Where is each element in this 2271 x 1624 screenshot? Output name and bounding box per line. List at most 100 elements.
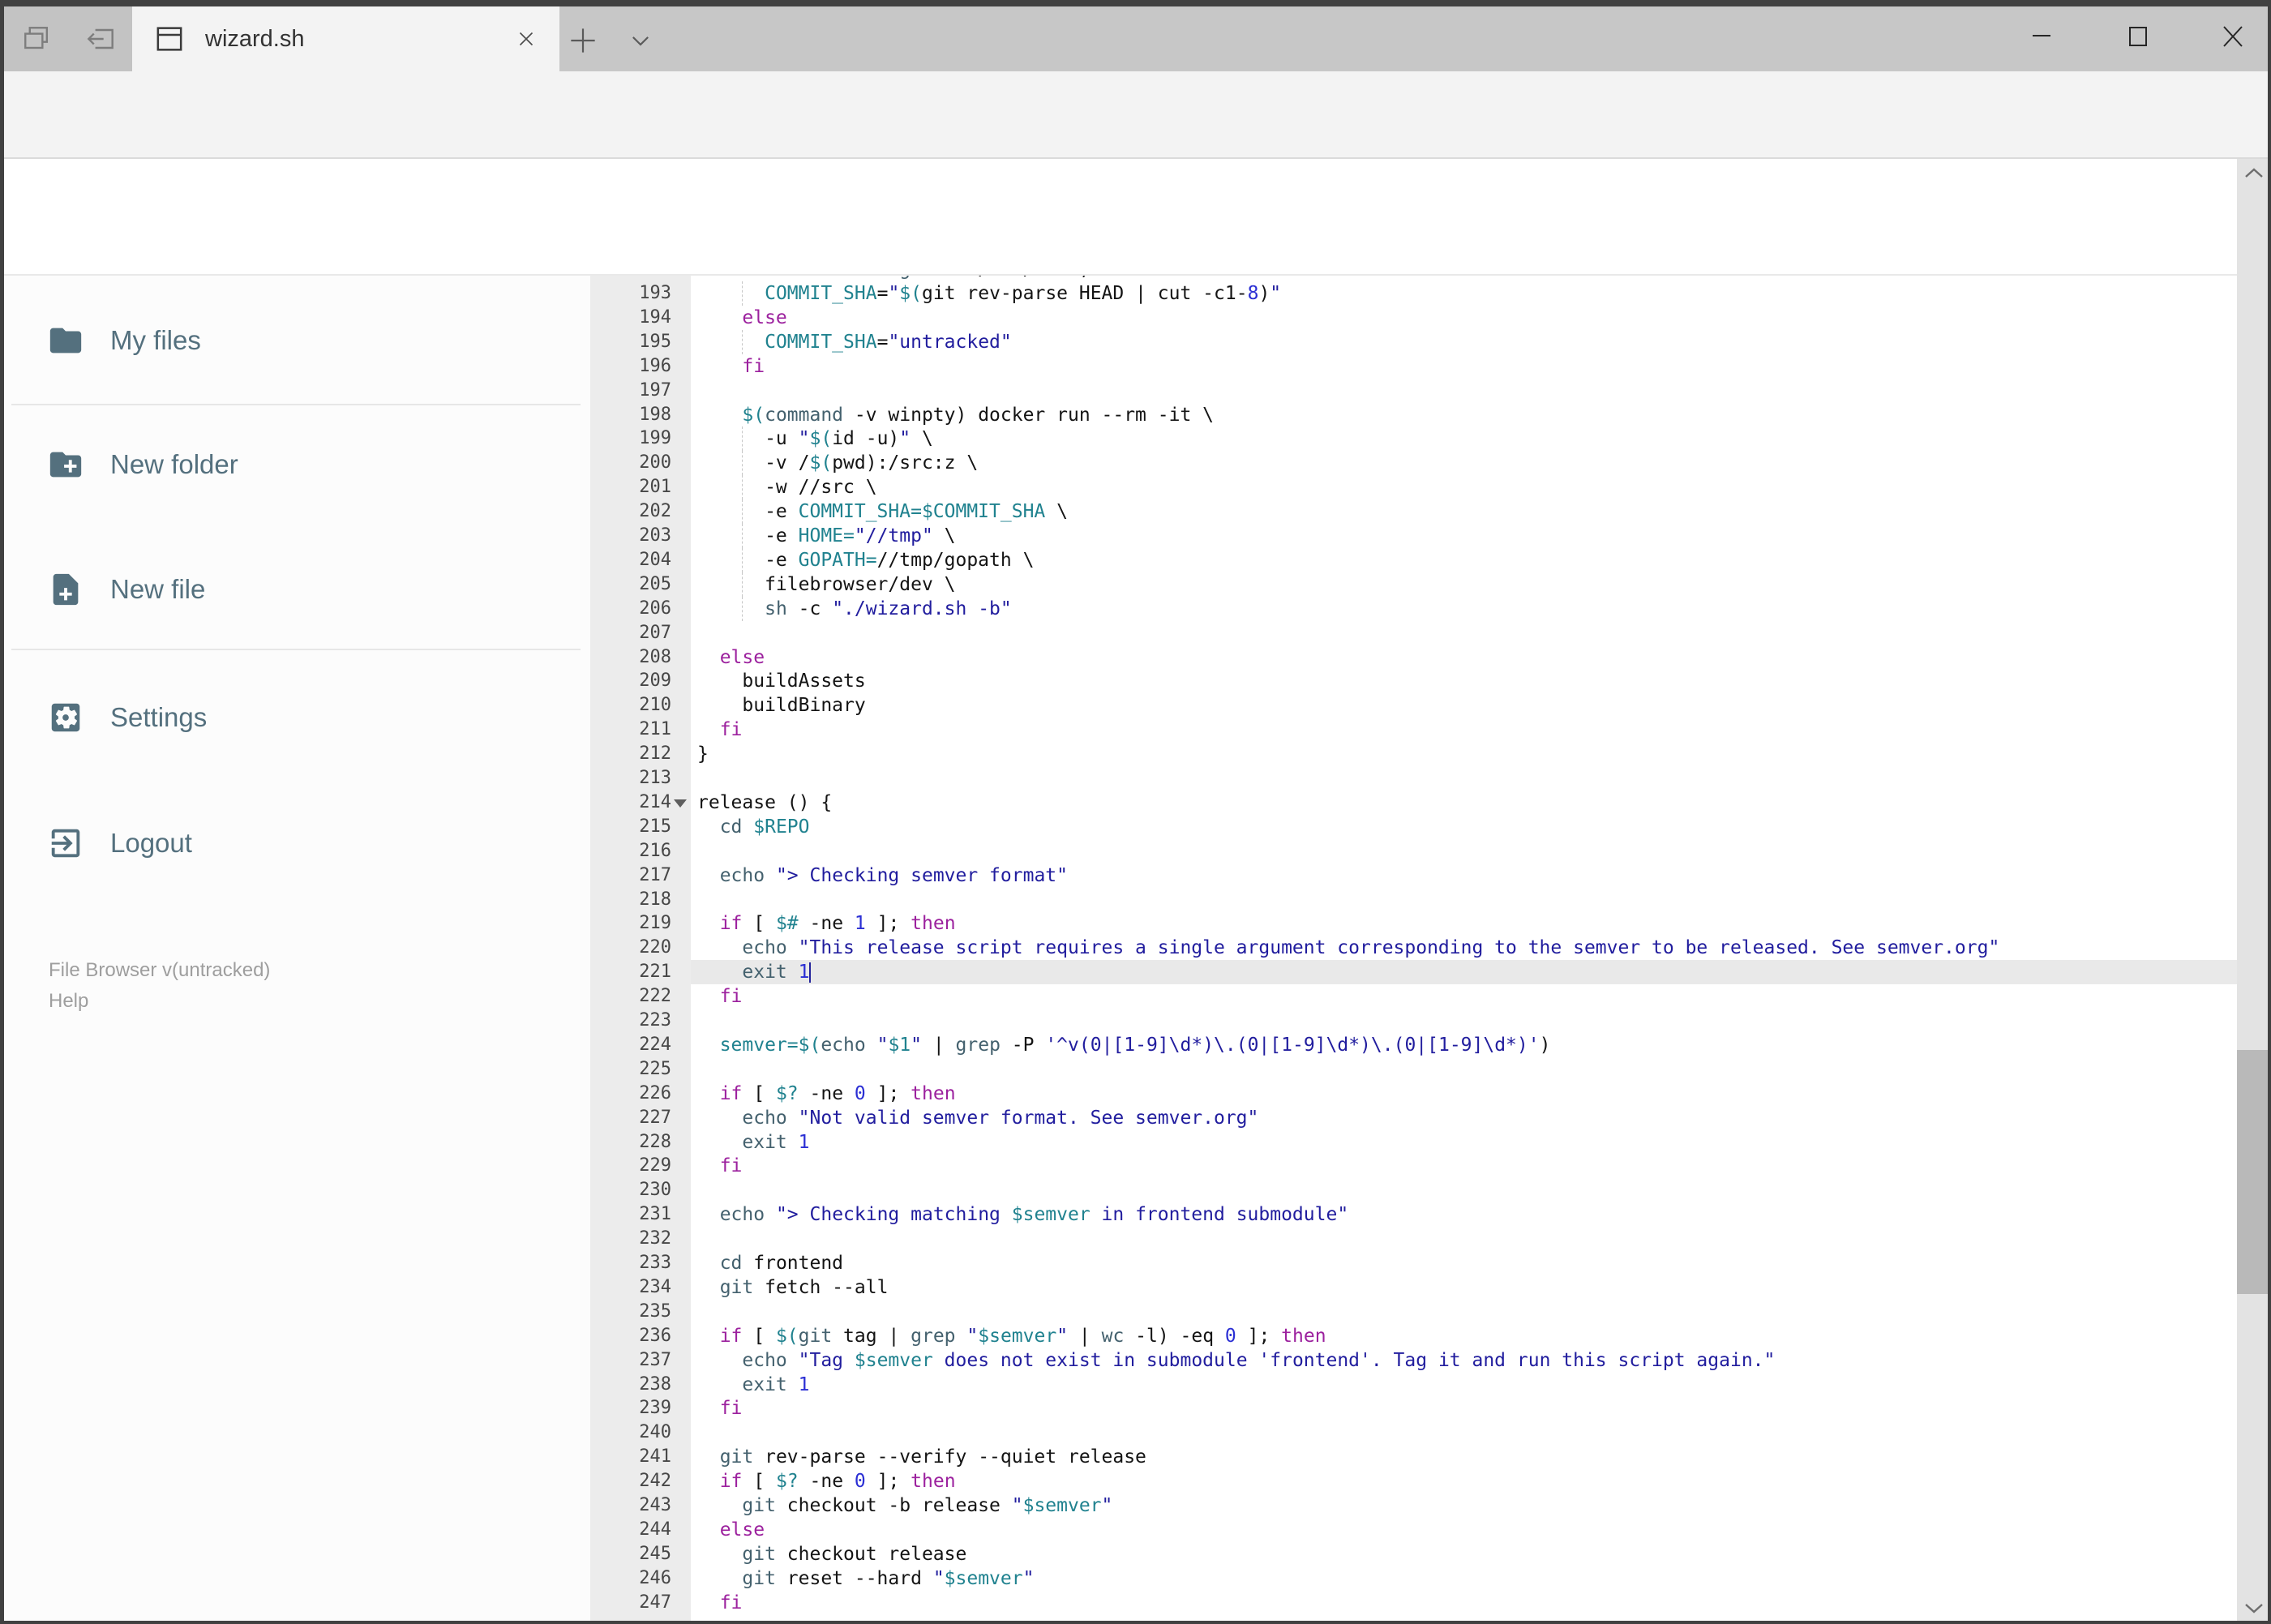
line-number: 209 [639,671,671,692]
code-line[interactable]: 202 -e COMMIT_SHA=$COMMIT_SHA \ [590,499,2237,525]
line-number: 237 [639,1349,671,1370]
code-line[interactable]: 204 -e GOPATH=//tmp/gopath \ [590,547,2237,572]
code-line[interactable]: 208 else [590,645,2237,670]
code-line[interactable]: 213 [590,766,2237,791]
code-text: fi [742,355,765,377]
line-number: 242 [639,1471,671,1492]
code-text: -e GOPATH=//tmp/gopath \ [697,549,1035,571]
chevron-down-icon [632,36,649,46]
code-line[interactable]: 197 [590,379,2237,403]
maximize-button[interactable] [2106,10,2170,62]
scroll-up-icon[interactable] [2237,159,2271,188]
code-line[interactable]: 219 if [ $# -ne 1 ]; then [590,911,2237,936]
code-line[interactable]: 206 sh -c "./wizard.sh -b" [590,596,2237,621]
sidebar-divider [11,649,581,650]
new-tab-button[interactable] [560,18,606,63]
tab-preview-icon[interactable] [19,21,54,57]
code-line[interactable]: 244 else [590,1518,2237,1542]
code-line[interactable]: 201 -w //src \ [590,475,2237,500]
code-line[interactable]: 220 echo "This release script requires a… [590,936,2237,960]
code-line[interactable]: 217 echo "> Checking semver format" [590,863,2237,888]
code-line[interactable]: 239 fi [590,1396,2237,1420]
code-text: if [ $? -ne 0 ]; then [719,1082,956,1104]
text-cursor [809,962,812,983]
code-line[interactable]: 216 [590,839,2237,863]
code-line[interactable]: 214 release () { [590,791,2237,815]
maximize-icon [2129,27,2147,46]
code-line[interactable]: 195 COMMIT_SHA="untracked" [590,329,2237,354]
page-scrollbar[interactable] [2237,159,2271,1624]
code-line[interactable]: 198 $(command -v winpty) docker run --rm… [590,403,2237,427]
code-line[interactable]: 236 if [ $(git tag | grep "$semver" | wc… [590,1324,2237,1348]
code-line[interactable]: 235 [590,1300,2237,1324]
code-line[interactable]: 215 cd $REPO [590,815,2237,839]
code-line[interactable]: 223 [590,1009,2237,1033]
sidebar-item-label: My files [110,325,201,355]
code-line[interactable]: 210 buildBinary [590,693,2237,718]
code-line[interactable]: 203 -e HOME="//tmp" \ [590,524,2237,548]
code-line[interactable]: 242 if [ $? -ne 0 ]; then [590,1469,2237,1493]
code-line[interactable]: 245 git checkout release [590,1542,2237,1566]
code-line[interactable]: 229 fi [590,1154,2237,1178]
code-line[interactable]: 196 fi [590,354,2237,379]
sidebar-item-logout[interactable]: Logout [0,799,590,888]
code-line[interactable]: 237 echo "Tag $semver does not exist in … [590,1348,2237,1373]
code-line[interactable]: 207 [590,621,2237,645]
line-number: 233 [639,1253,671,1273]
close-window-button[interactable] [2200,10,2265,62]
code-line[interactable]: 224 semver=$(echo "$1" | grep -P '^v(0|[… [590,1033,2237,1057]
code-line[interactable]: 240 [590,1420,2237,1445]
code-line[interactable]: 194 else [590,306,2237,330]
code-line[interactable]: 246 git reset --hard "$semver" [590,1566,2237,1591]
sidebar-item-new-file[interactable]: New file [0,545,590,634]
code-line[interactable]: 193 COMMIT_SHA="$(git rev-parse HEAD | c… [590,281,2237,306]
line-number: 212 [639,743,671,765]
code-line[interactable]: 241 git rev-parse --verify --quiet relea… [590,1445,2237,1469]
tab-close-icon[interactable] [514,27,538,51]
code-text: git reset --hard "$semver" [742,1567,1035,1589]
code-line[interactable]: 232 [590,1227,2237,1251]
browser-tab[interactable]: wizard.sh [132,6,559,71]
code-line[interactable]: 200 -v /$(pwd):/src:z \ [590,451,2237,476]
line-number: 223 [639,1010,671,1031]
scrollbar-thumb[interactable] [2237,1050,2271,1294]
code-text: semver=$(echo "$1" | grep -P '^v(0|[1-9]… [719,1034,1551,1056]
code-line[interactable]: 221 exit 1 [590,960,2237,985]
line-number: 236 [639,1325,671,1346]
code-line[interactable]: 222 fi [590,984,2237,1009]
minimize-button[interactable] [2009,10,2074,62]
code-text: else [719,1519,765,1540]
code-line[interactable]: 226 if [ $? -ne 0 ]; then [590,1082,2237,1106]
scroll-down-icon[interactable] [2237,1593,2271,1622]
code-line[interactable]: 231 echo "> Checking matching $semver in… [590,1202,2237,1227]
code-line[interactable]: 247 fi [590,1591,2237,1615]
sidebar-item-new-folder[interactable]: New folder [0,420,590,509]
code-text: -u "$(id -u)" \ [697,428,933,450]
code-line[interactable]: 243 git checkout -b release "$semver" [590,1493,2237,1518]
code-line[interactable]: 209 buildAssets [590,669,2237,693]
line-number: 210 [639,695,671,716]
code-text: fi [719,719,743,741]
code-line[interactable]: 212} [590,742,2237,766]
line-number: 238 [639,1373,671,1395]
code-line[interactable]: 211 fi [590,718,2237,742]
code-line[interactable]: 227 echo "Not valid semver format. See s… [590,1106,2237,1130]
line-number: 243 [639,1495,671,1515]
code-editor[interactable]: 192 if command -v git &> /dev/null; then… [590,276,2237,1624]
code-line[interactable]: 199 -u "$(id -u)" \ [590,426,2237,452]
tab-list-button[interactable] [618,18,663,63]
code-line[interactable]: 233 cd frontend [590,1251,2237,1275]
code-line[interactable]: 234 git fetch --all [590,1275,2237,1300]
code-line[interactable]: 230 [590,1178,2237,1202]
code-line[interactable]: 228 exit 1 [590,1130,2237,1155]
code-line[interactable]: 218 [590,888,2237,912]
code-line[interactable]: 205 filebrowser/dev \ [590,572,2237,597]
sidebar-item-my-files[interactable]: My files [0,296,590,385]
code-line[interactable]: 225 [590,1057,2237,1082]
code-line[interactable]: 238 exit 1 [590,1373,2237,1397]
sidebar-item-settings[interactable]: Settings [0,673,590,762]
set-tabs-aside-icon[interactable] [83,21,118,57]
fold-arrow-icon[interactable] [674,799,687,808]
line-number: 199 [639,428,671,449]
help-link[interactable]: Help [49,986,270,1017]
